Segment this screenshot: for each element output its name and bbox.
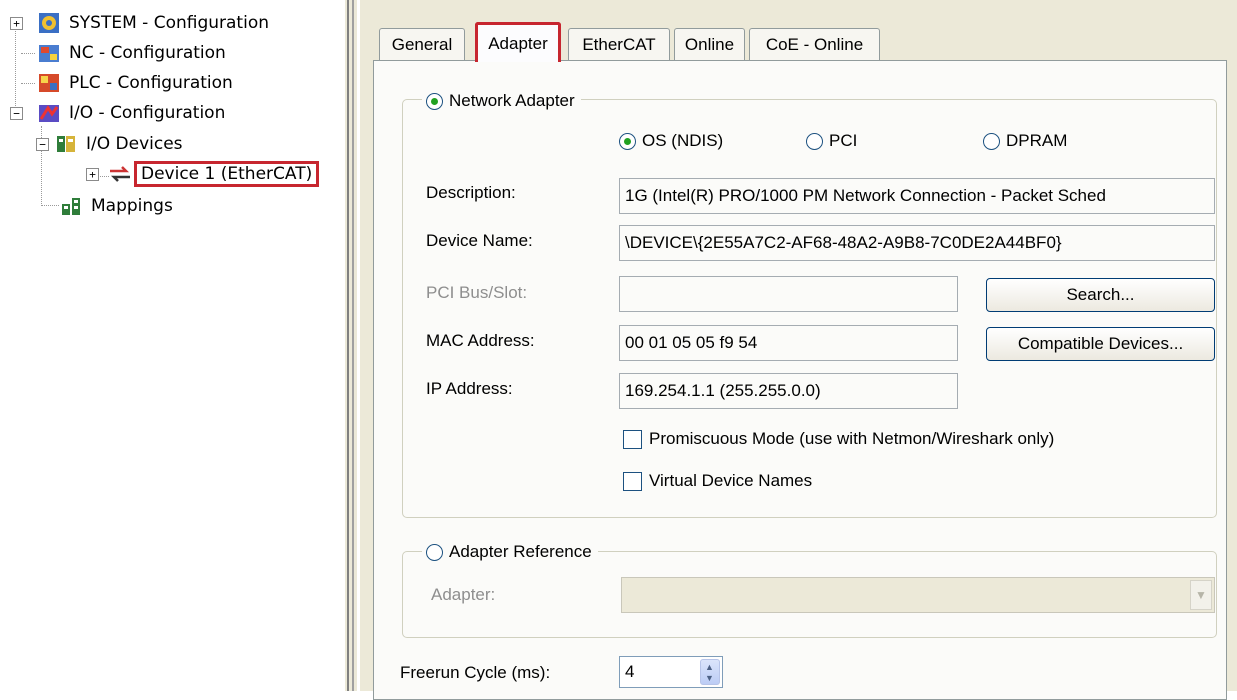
splitter-line xyxy=(352,0,354,691)
dpram-radio[interactable]: DPRAM xyxy=(983,131,1067,151)
freerun-cycle-value: 4 xyxy=(625,662,635,681)
ip-address-field[interactable]: 169.254.1.1 (255.255.0.0) xyxy=(619,373,958,409)
dpram-label: DPRAM xyxy=(1006,131,1068,150)
tree-item-system[interactable]: + SYSTEM - Configuration xyxy=(10,9,272,37)
splitter-line xyxy=(347,0,349,691)
os-ndis-label: OS (NDIS) xyxy=(642,131,724,150)
mac-address-label: MAC Address: xyxy=(426,331,535,350)
tab-adapter[interactable]: Adapter xyxy=(475,22,561,62)
collapse-icon[interactable]: − xyxy=(36,138,49,151)
os-ndis-radio[interactable]: OS (NDIS) xyxy=(619,131,723,151)
radio-unselected-icon xyxy=(983,132,1000,150)
freerun-cycle-label: Freerun Cycle (ms): xyxy=(400,663,551,682)
radio-unselected-icon xyxy=(806,132,823,150)
chevron-down-icon[interactable]: ▼ xyxy=(1190,580,1212,610)
tree-item-io[interactable]: − I/O - Configuration xyxy=(10,99,228,127)
device-name-label: Device Name: xyxy=(426,231,533,250)
pci-label: PCI xyxy=(829,131,858,150)
expand-icon[interactable]: + xyxy=(86,168,99,181)
configuration-tree[interactable]: + SYSTEM - Configuration NC - Configurat… xyxy=(0,0,345,691)
compatible-devices-button[interactable]: Compatible Devices... xyxy=(986,327,1215,361)
tree-item-label: I/O Devices xyxy=(86,134,183,154)
mappings-icon xyxy=(60,195,82,217)
radio-selected-icon xyxy=(619,132,636,150)
properties-pane: General Adapter EtherCAT Online CoE - On… xyxy=(363,0,1237,700)
description-label: Description: xyxy=(426,183,516,202)
tree-item-label: PLC - Configuration xyxy=(69,73,233,93)
tab-coe-online[interactable]: CoE - Online xyxy=(749,28,880,60)
adapter-reference-label: Adapter Reference xyxy=(449,542,592,561)
system-config-icon xyxy=(38,12,60,34)
tree-item-device-1[interactable]: + Device 1 (EtherCAT) xyxy=(86,160,320,188)
virtual-device-names-label: Virtual Device Names xyxy=(649,471,813,490)
nc-config-icon xyxy=(38,42,60,64)
mac-address-field[interactable]: 00 01 05 05 f9 54 xyxy=(619,325,958,361)
tab-ethercat[interactable]: EtherCAT xyxy=(568,28,670,60)
radio-unselected-icon xyxy=(426,543,443,561)
adapter-reference-radio[interactable]: Adapter Reference xyxy=(422,537,598,567)
promiscuous-mode-label: Promiscuous Mode (use with Netmon/Wiresh… xyxy=(649,429,1055,448)
splitter-line xyxy=(357,0,360,691)
tree-line xyxy=(21,53,35,54)
network-adapter-radio[interactable]: Network Adapter xyxy=(422,86,581,116)
checkbox-unchecked-icon xyxy=(623,429,642,449)
ethercat-device-icon xyxy=(108,163,130,185)
radio-selected-icon xyxy=(426,92,443,110)
tree-line xyxy=(41,205,59,206)
tree-item-label: Mappings xyxy=(91,196,173,216)
ip-address-label: IP Address: xyxy=(426,379,513,398)
collapse-icon[interactable]: − xyxy=(10,107,23,120)
expand-icon[interactable]: + xyxy=(10,17,23,30)
adapter-label: Adapter: xyxy=(431,585,496,604)
pci-bus-label: PCI Bus/Slot: xyxy=(426,283,528,302)
pci-radio[interactable]: PCI xyxy=(806,131,857,151)
adapter-combobox[interactable]: ▼ xyxy=(621,577,1215,613)
adapter-tab-page: Network Adapter OS (NDIS) PCI DPRAM Desc… xyxy=(373,60,1227,700)
tree-item-label: SYSTEM - Configuration xyxy=(69,13,269,33)
tree-item-label: I/O - Configuration xyxy=(69,103,226,123)
tree-item-label: Device 1 (EtherCAT) xyxy=(134,161,320,187)
pci-bus-field[interactable] xyxy=(619,276,958,312)
tree-item-mappings[interactable]: Mappings xyxy=(60,192,176,220)
device-name-field[interactable]: \DEVICE\{2E55A7C2-AF68-48A2-A9B8-7C0DE2A… xyxy=(619,225,1215,261)
tree-item-plc[interactable]: PLC - Configuration xyxy=(38,69,236,97)
checkbox-unchecked-icon xyxy=(623,471,642,491)
tree-line xyxy=(21,83,35,84)
tree-item-nc[interactable]: NC - Configuration xyxy=(38,39,229,67)
tree-item-io-devices[interactable]: − I/O Devices xyxy=(36,130,186,158)
tree-item-label: NC - Configuration xyxy=(69,43,226,63)
description-field[interactable]: 1G (Intel(R) PRO/1000 PM Network Connect… xyxy=(619,178,1215,214)
tab-general[interactable]: General xyxy=(379,28,465,60)
search-button[interactable]: Search... xyxy=(986,278,1215,312)
freerun-cycle-spinner[interactable]: 4 ▲ ▼ xyxy=(619,656,723,688)
plc-config-icon xyxy=(38,72,60,94)
promiscuous-mode-checkbox[interactable]: Promiscuous Mode (use with Netmon/Wiresh… xyxy=(623,429,1054,449)
spin-updown-icon[interactable]: ▲ ▼ xyxy=(700,659,720,685)
pane-splitter[interactable] xyxy=(345,0,363,691)
virtual-device-names-checkbox[interactable]: Virtual Device Names xyxy=(623,471,812,491)
io-config-icon xyxy=(38,102,60,124)
io-devices-icon xyxy=(55,133,77,155)
network-adapter-label: Network Adapter xyxy=(449,91,575,110)
tab-online[interactable]: Online xyxy=(674,28,745,60)
